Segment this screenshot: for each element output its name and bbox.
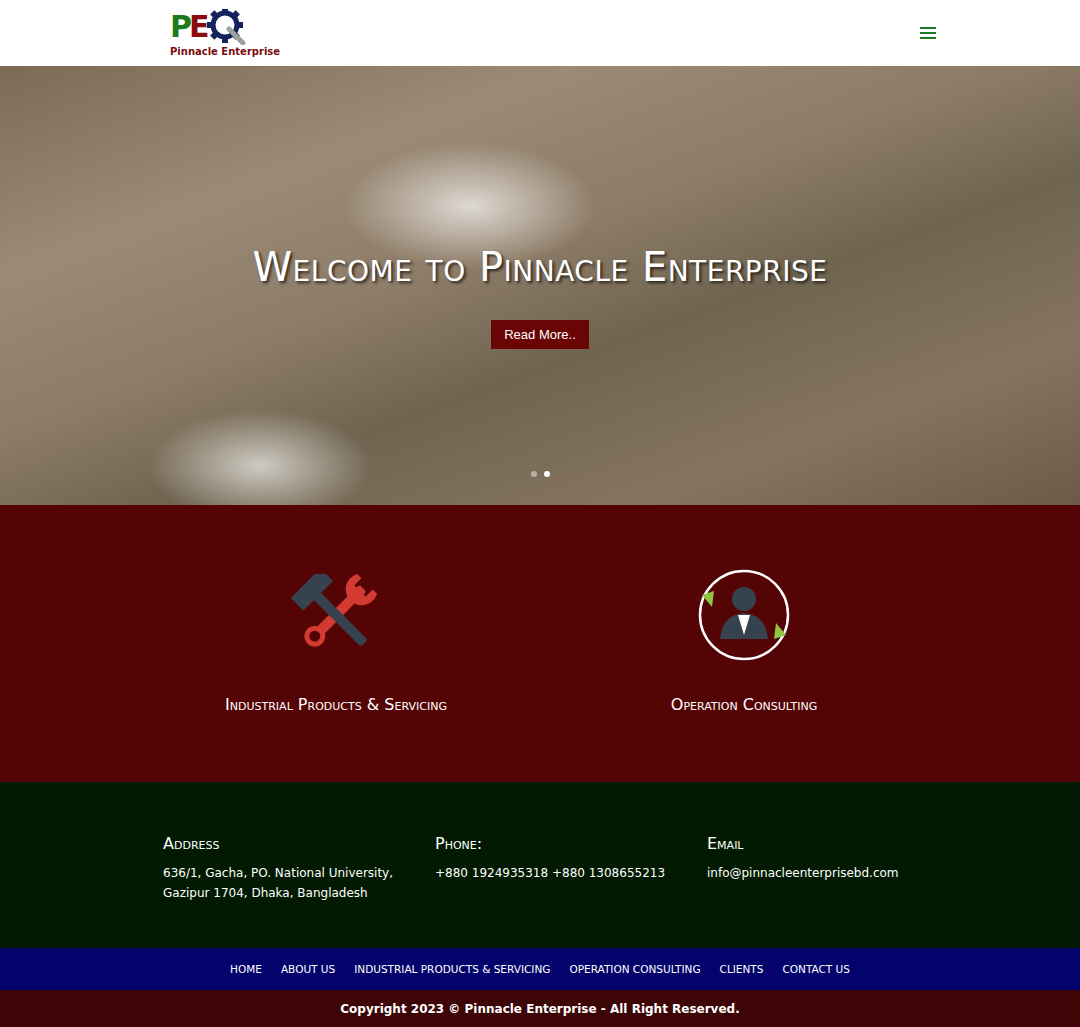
services-section: Industrial Products & Servicing Operation… [0, 505, 1080, 782]
logo-text: Pinnacle Enterprise [170, 46, 280, 57]
contact-section: Address 636/1, Gacha, PO. National Univer… [0, 782, 1080, 948]
logo-mark: PE [170, 12, 207, 42]
nav-link[interactable]: OPERATION CONSULTING [569, 963, 700, 975]
service-card[interactable]: Operation Consulting [594, 565, 894, 782]
service-card[interactable]: Industrial Products & Servicing [186, 565, 486, 782]
logo-mark-row: PE [170, 9, 247, 45]
menu-icon[interactable] [920, 27, 936, 39]
hero-title: Welcome to Pinnacle Enterprise [253, 244, 828, 290]
contact-text: +880 1924935318 +880 1308655213 [435, 863, 707, 883]
contact-text: 636/1, Gacha, PO. National University, G… [163, 863, 435, 903]
footer-nav: HOME ABOUT US INDUSTRIAL PRODUCTS & SERVIC… [0, 948, 1080, 990]
contact-column: Email info@pinnacleenterprisebd.com [707, 834, 979, 948]
contact-column: Phone: +880 1924935318 +880 1308655213 [435, 834, 707, 948]
nav-link[interactable]: INDUSTRIAL PRODUCTS & SERVICING [354, 963, 550, 975]
site-header: PE Pinnacle Enterprise [0, 0, 1080, 66]
service-label[interactable]: Operation Consulting [671, 695, 817, 714]
slider-dot[interactable] [531, 471, 537, 477]
consultant-icon [694, 565, 794, 665]
nav-link[interactable]: CONTACT US [782, 963, 849, 975]
contact-text: info@pinnacleenterprisebd.com [707, 863, 979, 883]
wrench-hammer-icon [286, 565, 386, 665]
slider-dots [0, 471, 1080, 477]
contact-heading: Email [707, 834, 979, 853]
nav-link[interactable]: CLIENTS [720, 963, 764, 975]
read-more-button[interactable]: Read More.. [491, 320, 589, 349]
contact-heading: Address [163, 834, 435, 853]
contact-heading: Phone: [435, 834, 707, 853]
copyright: Copyright 2023 © Pinnacle Enterprise - A… [340, 1002, 739, 1016]
logo[interactable]: PE Pinnacle Enterprise [170, 9, 280, 57]
service-label[interactable]: Industrial Products & Servicing [225, 695, 447, 714]
contact-column: Address 636/1, Gacha, PO. National Univer… [163, 834, 435, 948]
slider-dot[interactable] [544, 471, 550, 477]
nav-link[interactable]: ABOUT US [281, 963, 335, 975]
footer: Copyright 2023 © Pinnacle Enterprise - A… [0, 990, 1080, 1027]
hero-slider: Welcome to Pinnacle Enterprise Read More.… [0, 66, 1080, 505]
gear-wrench-icon [207, 9, 247, 45]
nav-link[interactable]: HOME [230, 963, 262, 975]
